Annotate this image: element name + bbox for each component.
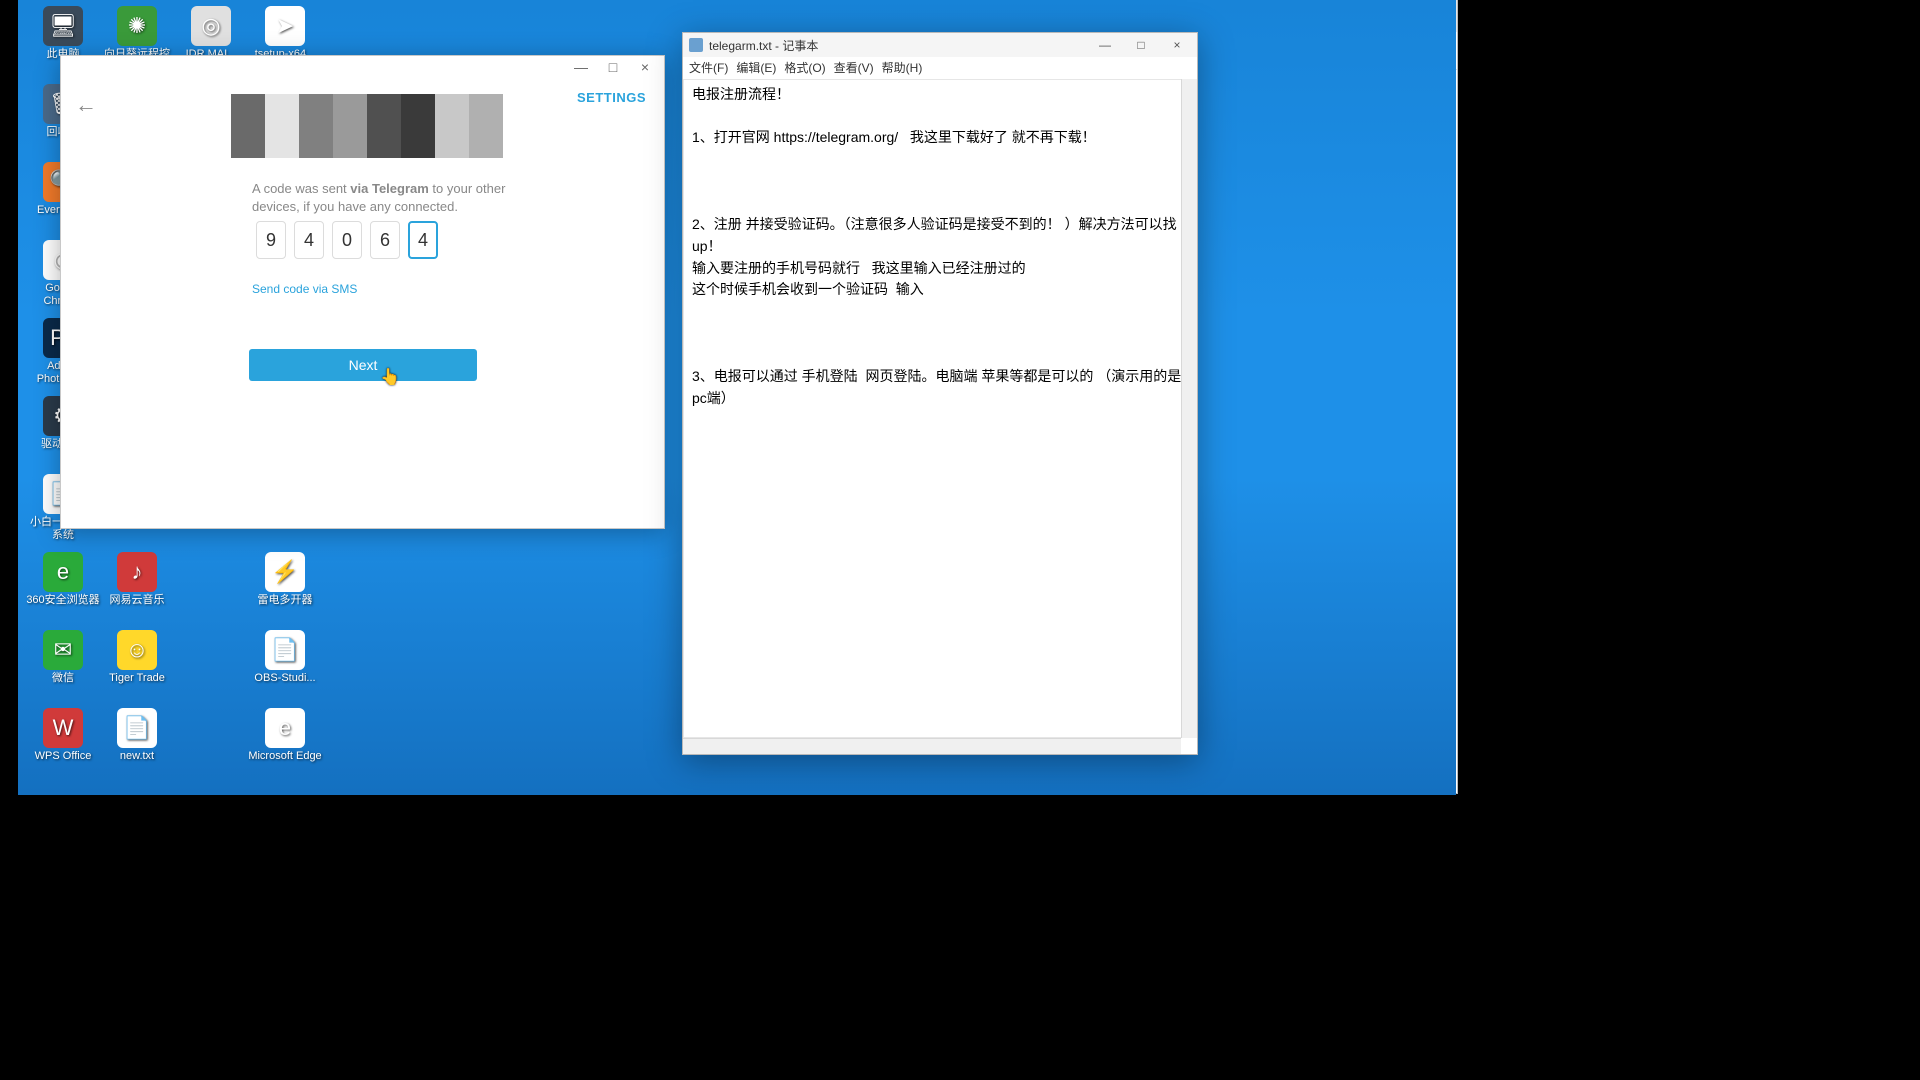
notepad-menubar: 文件(F) 编辑(E) 格式(O) 查看(V) 帮助(H): [683, 57, 1197, 79]
menu-view[interactable]: 查看(V): [834, 59, 874, 76]
np-minimize-button[interactable]: —: [1089, 35, 1121, 55]
next-button[interactable]: Next: [249, 349, 477, 381]
tg-maximize-button[interactable]: □: [606, 59, 620, 75]
telegram-titlebar: — □ ×: [61, 56, 664, 78]
app-icon: ⚡: [265, 552, 305, 592]
app-icon: 📄: [265, 630, 305, 670]
notepad-vscrollbar[interactable]: [1181, 79, 1197, 738]
app-icon: 🖥: [43, 6, 83, 46]
verification-code-input[interactable]: 9 4 0 6 4: [256, 221, 438, 259]
code-digit-5[interactable]: 4: [408, 221, 438, 259]
notepad-app-icon: [689, 38, 703, 52]
app-icon: ☺: [117, 630, 157, 670]
code-digit-1[interactable]: 9: [256, 221, 286, 259]
settings-link[interactable]: SETTINGS: [577, 90, 646, 105]
notepad-title-text: telegarm.txt - 记事本: [709, 37, 818, 54]
icon-label: Microsoft Edge: [248, 750, 321, 763]
icon-label: new.txt: [120, 750, 154, 763]
code-digit-4[interactable]: 6: [370, 221, 400, 259]
code-sent-note: A code was sent via Telegram to your oth…: [252, 180, 512, 215]
desktop-icon[interactable]: ♪ 网易云音乐: [100, 550, 174, 628]
app-icon: 📄: [117, 708, 157, 748]
icon-label: 微信: [52, 672, 74, 685]
desktop-icon[interactable]: e Microsoft Edge: [248, 706, 322, 784]
app-icon: ◎: [191, 6, 231, 46]
tg-minimize-button[interactable]: —: [574, 59, 588, 75]
desktop-icon[interactable]: 📄 OBS-Studi...: [248, 628, 322, 706]
menu-format[interactable]: 格式(O): [784, 59, 825, 76]
app-icon: e: [43, 552, 83, 592]
desktop-icon[interactable]: W WPS Office: [26, 706, 100, 784]
menu-edit[interactable]: 编辑(E): [736, 59, 776, 76]
app-icon: ✉: [43, 630, 83, 670]
app-icon: W: [43, 708, 83, 748]
menu-help[interactable]: 帮助(H): [882, 59, 923, 76]
icon-label: 网易云音乐: [110, 594, 165, 607]
desktop-icon[interactable]: ✉ 微信: [26, 628, 100, 706]
desktop-icon[interactable]: 📄 new.txt: [100, 706, 174, 784]
desktop-icon[interactable]: e 360安全浏览器: [26, 550, 100, 628]
icon-label: Tiger Trade: [109, 672, 165, 685]
code-digit-2[interactable]: 4: [294, 221, 324, 259]
menu-file[interactable]: 文件(F): [689, 59, 728, 76]
np-close-button[interactable]: ×: [1161, 35, 1193, 55]
app-icon: ♪: [117, 552, 157, 592]
notepad-text-area[interactable]: 电报注册流程！ 1、打开官网 https://telegram.org/ 我这里…: [683, 79, 1197, 738]
app-icon: e: [265, 708, 305, 748]
icon-label: OBS-Studi...: [254, 672, 315, 685]
notepad-titlebar[interactable]: telegarm.txt - 记事本 — □ ×: [683, 33, 1197, 57]
icon-label: WPS Office: [35, 750, 92, 763]
app-icon: ➤: [265, 6, 305, 46]
notepad-hscrollbar[interactable]: [683, 738, 1181, 754]
notepad-window: telegarm.txt - 记事本 — □ × 文件(F) 编辑(E) 格式(…: [682, 32, 1198, 755]
phone-number-blurred: [231, 94, 503, 158]
back-arrow-icon[interactable]: ←: [75, 92, 97, 118]
code-digit-3[interactable]: 0: [332, 221, 362, 259]
icon-label: 雷电多开器: [258, 594, 313, 607]
desktop-icon[interactable]: ☺ Tiger Trade: [100, 628, 174, 706]
icon-label: 360安全浏览器: [26, 594, 99, 607]
app-icon: ✺: [117, 6, 157, 46]
tg-close-button[interactable]: ×: [638, 59, 652, 75]
send-code-sms-link[interactable]: Send code via SMS: [252, 282, 357, 296]
telegram-login-window: — □ × ← SETTINGS A code was sent via Tel…: [60, 55, 665, 529]
np-maximize-button[interactable]: □: [1125, 35, 1157, 55]
desktop-icon[interactable]: ⚡ 雷电多开器: [248, 550, 322, 628]
